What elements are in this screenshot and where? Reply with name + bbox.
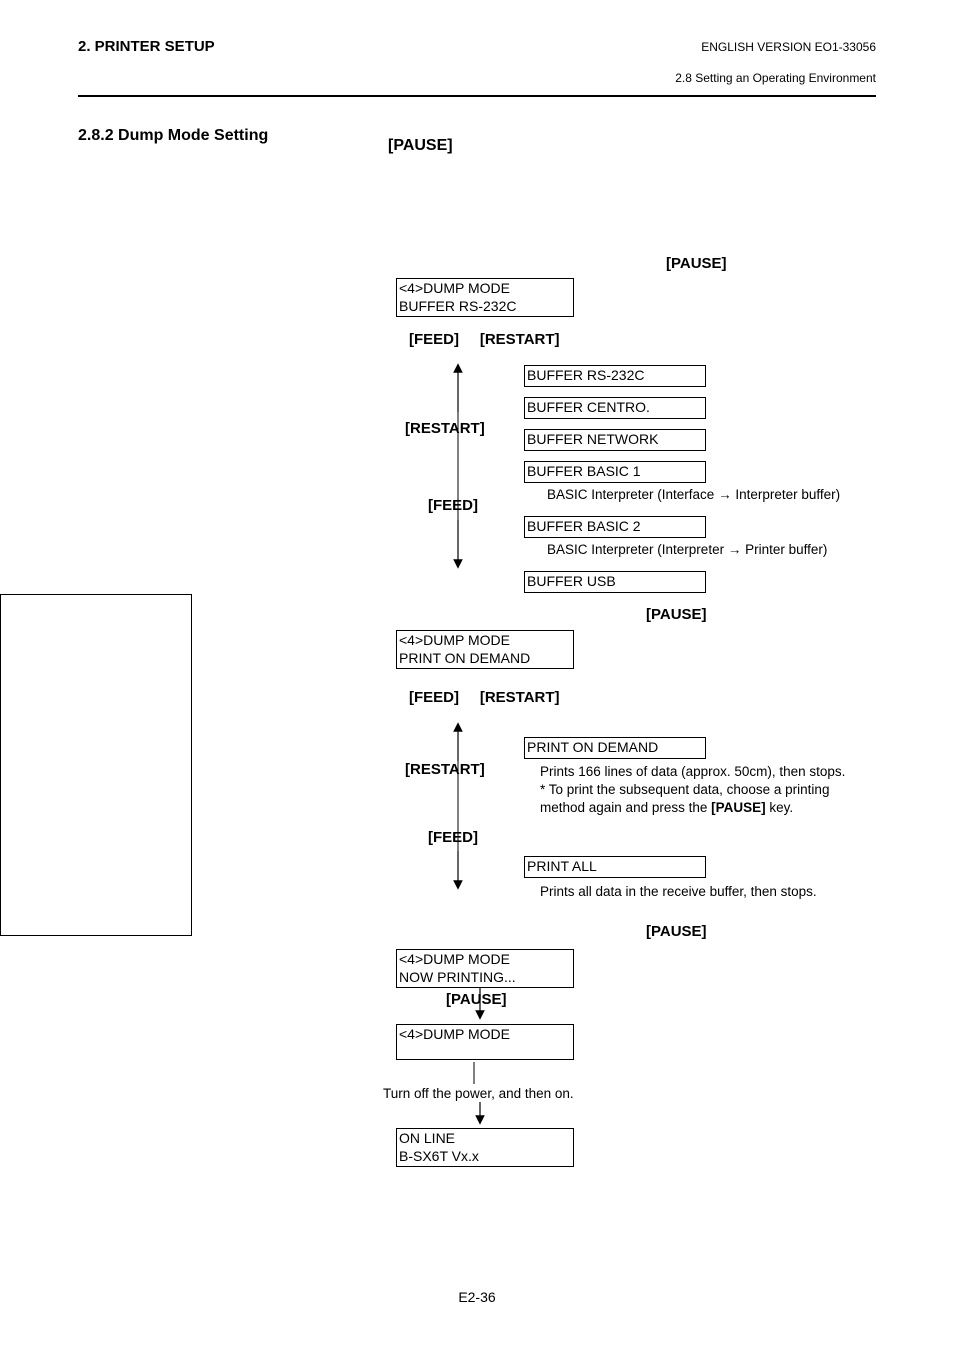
desc-printall: Prints all data in the receive buffer, t…: [540, 883, 817, 901]
lcd-text: BUFFER BASIC 2: [527, 518, 641, 534]
pause-label-3: [PAUSE]: [646, 923, 707, 940]
lcd-text: BUFFER NETWORK: [527, 431, 658, 447]
lcd-text: BUFFER USB: [527, 573, 616, 589]
header-chapter: 2. PRINTER SETUP: [78, 38, 215, 55]
pause-label-top: [PAUSE]: [388, 137, 876, 155]
lcd-text: ON LINE: [399, 1130, 455, 1146]
feed-label-left-1: [FEED]: [428, 497, 478, 514]
lcd-text: <4>DUMP MODE: [399, 280, 510, 296]
pause-label-1: [PAUSE]: [666, 255, 727, 272]
feed-restart-label-2: [FEED] [RESTART]: [409, 689, 560, 706]
lcd-text: PRINT ALL: [527, 858, 597, 874]
page-number: E2-36: [0, 1289, 954, 1305]
desc-basic1: BASIC Interpreter (Interface → Interpret…: [547, 486, 840, 504]
lcd-dump-print: <4>DUMP MODE PRINT ON DEMAND: [396, 630, 574, 669]
lcd-text: NOW PRINTING...: [399, 969, 516, 985]
desc-ondemand: Prints 166 lines of data (approx. 50cm),…: [540, 763, 875, 818]
lcd-buffer-centro: BUFFER CENTRO.: [524, 397, 706, 419]
sidebar-box: [0, 594, 192, 936]
lcd-text: PRINT ON DEMAND: [399, 650, 530, 666]
lcd-text: <4>DUMP MODE: [399, 1026, 510, 1042]
arrow-down-4: [466, 1102, 494, 1126]
lcd-buffer-network: BUFFER NETWORK: [524, 429, 706, 451]
lcd-dump-buffer: <4>DUMP MODE BUFFER RS-232C: [396, 278, 574, 317]
header-section: 2.8 Setting an Operating Environment: [78, 71, 876, 85]
lcd-buffer-basic1: BUFFER BASIC 1: [524, 461, 706, 483]
lcd-text: PRINT ON DEMAND: [527, 739, 658, 755]
desc-basic2: BASIC Interpreter (Interpreter → Printer…: [547, 541, 827, 559]
desc-bold: [PAUSE]: [711, 800, 766, 815]
lcd-buffer-rs232c: BUFFER RS-232C: [524, 365, 706, 387]
feed-restart-label-1: [FEED] [RESTART]: [409, 331, 560, 348]
lcd-now-printing: <4>DUMP MODE NOW PRINTING...: [396, 949, 574, 988]
arrow-vline-2: [457, 724, 459, 889]
lcd-text: BUFFER CENTRO.: [527, 399, 650, 415]
lcd-dump-only: <4>DUMP MODE: [396, 1024, 574, 1060]
pause-label-2: [PAUSE]: [646, 606, 707, 623]
lcd-buffer-usb: BUFFER USB: [524, 571, 706, 593]
arrow-vline-3: [473, 1062, 475, 1087]
lcd-buffer-basic2: BUFFER BASIC 2: [524, 516, 706, 538]
header-divider: [78, 95, 876, 97]
lcd-text: B-SX6T Vx.x: [399, 1148, 479, 1164]
lcd-text: BUFFER RS-232C: [527, 367, 644, 383]
lcd-online: ON LINE B-SX6T Vx.x: [396, 1128, 574, 1167]
lcd-text: BUFFER BASIC 1: [527, 463, 641, 479]
arrow-down-3: [466, 987, 494, 1021]
restart-label-left-2: [RESTART]: [405, 761, 485, 778]
lcd-print-ondemand: PRINT ON DEMAND: [524, 737, 706, 759]
lcd-text: BUFFER RS-232C: [399, 298, 516, 314]
section-title: 2.8.2 Dump Mode Setting: [78, 127, 388, 145]
desc-poweroff: Turn off the power, and then on.: [383, 1085, 574, 1103]
lcd-text: <4>DUMP MODE: [399, 632, 510, 648]
desc-text: Prints 166 lines of data (approx. 50cm),…: [540, 764, 845, 779]
lcd-text: <4>DUMP MODE: [399, 951, 510, 967]
lcd-print-all: PRINT ALL: [524, 856, 706, 878]
feed-label-left-2: [FEED]: [428, 829, 478, 846]
restart-label-left-1: [RESTART]: [405, 420, 485, 437]
header-version: ENGLISH VERSION EO1-33056: [701, 40, 876, 54]
desc-text: key.: [766, 800, 794, 815]
arrow-vline-1: [457, 365, 459, 570]
